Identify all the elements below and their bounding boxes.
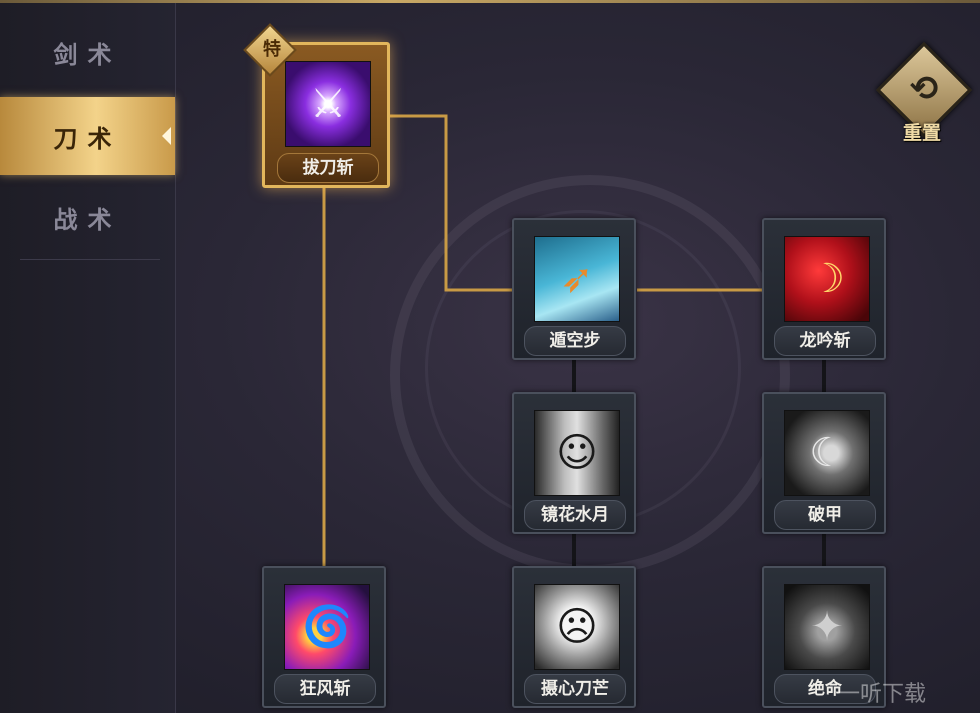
skill-longyin[interactable]: ☽ 龙吟斩	[762, 218, 886, 360]
skill-jinghua-label: 镜花水月	[524, 500, 626, 530]
watermark-text: 一听下载	[838, 682, 927, 707]
skill-kuangfeng-label: 狂风斩	[274, 674, 376, 704]
boot-dash-icon: ➶	[534, 236, 620, 322]
skill-dunkong-label: 遁空步	[524, 326, 626, 356]
reset-arrows-icon: ⟲	[909, 69, 939, 109]
special-badge-text: 特	[263, 39, 281, 60]
reset-label: 重置	[902, 122, 941, 144]
skill-dunkong[interactable]: ➶ 遁空步	[512, 218, 636, 360]
armor-break-icon: ☾	[784, 410, 870, 496]
skill-pojia-label: 破甲	[774, 500, 876, 530]
reset-button[interactable]: ⟲ 重置	[875, 41, 973, 148]
death-blade-icon: ✦	[784, 584, 870, 670]
skill-longyin-label: 龙吟斩	[774, 326, 876, 356]
skill-badao[interactable]: ⚔ 拔刀斩 特	[243, 23, 390, 188]
skill-badao-label: 拔刀斩	[277, 153, 379, 183]
skill-pojia[interactable]: ☾ 破甲	[762, 392, 886, 534]
connector-badao-dunkong	[390, 114, 512, 292]
dragon-blade-icon: ☽	[784, 236, 870, 322]
skill-shexin[interactable]: ☹ 摄心刀芒	[512, 566, 636, 708]
mirror-face-icon: ☺	[534, 410, 620, 496]
skill-kuangfeng[interactable]: 🌀 狂风斩	[262, 566, 386, 708]
sword-purple-icon: ⚔	[285, 61, 371, 147]
skill-shexin-label: 摄心刀芒	[524, 674, 626, 704]
skill-jinghua[interactable]: ☺ 镜花水月	[512, 392, 636, 534]
whirlwind-slash-icon: 🌀	[284, 584, 370, 670]
scream-face-icon: ☹	[534, 584, 620, 670]
